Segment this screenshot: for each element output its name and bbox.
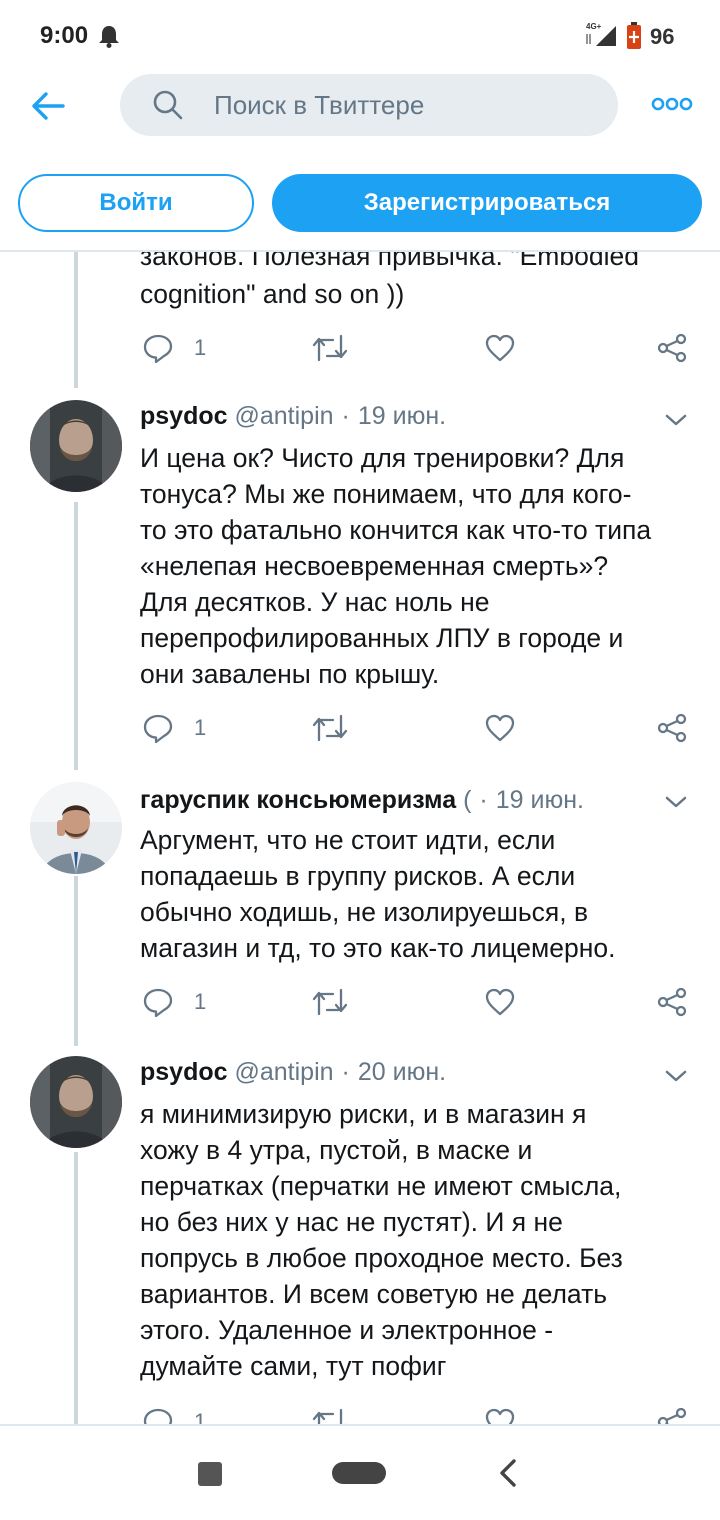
- tweet-feed[interactable]: законов. Полезная привычка. "Embodied co…: [0, 252, 720, 1424]
- tweet-date[interactable]: 19 июн.: [496, 786, 584, 814]
- author-handle[interactable]: @antipin: [234, 1058, 333, 1086]
- reply-icon: [143, 334, 173, 364]
- reply-icon: [143, 988, 173, 1018]
- like-button[interactable]: [484, 708, 516, 748]
- avatar[interactable]: [30, 1056, 122, 1148]
- tweet-date[interactable]: 19 июн.: [358, 402, 446, 430]
- thread-line: [74, 1152, 78, 1424]
- reply-count: 1: [194, 335, 207, 360]
- reply-count: 1: [194, 989, 207, 1014]
- heart-icon: [485, 714, 515, 742]
- avatar[interactable]: [30, 782, 122, 874]
- author-name[interactable]: psydoc: [140, 1058, 228, 1086]
- battery-level: 96: [650, 24, 675, 49]
- tweet-actions: 1: [140, 982, 700, 1022]
- reply-button[interactable]: 1: [142, 982, 206, 1022]
- more-dots-icon[interactable]: [650, 92, 694, 116]
- back-button[interactable]: [28, 86, 68, 126]
- back-triangle-icon[interactable]: [496, 1458, 520, 1488]
- share-icon: [657, 713, 687, 743]
- reply-button[interactable]: 1: [142, 328, 206, 368]
- tweet-actions: 1: [140, 708, 700, 748]
- like-button[interactable]: [484, 328, 516, 368]
- chevron-down-icon[interactable]: [664, 1068, 688, 1084]
- status-bar: 9:00 4G+ 96: [0, 0, 720, 70]
- tweet-date[interactable]: 20 июн.: [358, 1058, 446, 1086]
- battery-icon: [627, 22, 641, 49]
- tweet-header: гаруспик консьюмеризма (· 19 июн.: [140, 786, 584, 814]
- retweet-button[interactable]: [312, 982, 348, 1022]
- heart-icon: [485, 1408, 515, 1424]
- retweet-icon: [312, 988, 348, 1016]
- avatar-photo-icon: [30, 782, 122, 874]
- tweet-actions: 1: [140, 328, 700, 368]
- tweet-header: psydoc @antipin · 20 июн.: [140, 1058, 447, 1086]
- status-time: 9:00: [40, 22, 89, 49]
- search-bar[interactable]: Поиск в Твиттере: [120, 74, 618, 136]
- share-button[interactable]: [656, 708, 688, 748]
- reply-button[interactable]: 1: [142, 1402, 206, 1424]
- bell-icon: [99, 26, 119, 48]
- share-button[interactable]: [656, 982, 688, 1022]
- reply-button[interactable]: 1: [142, 708, 206, 748]
- share-icon: [657, 1407, 687, 1424]
- chevron-down-icon[interactable]: [664, 794, 688, 810]
- heart-icon: [485, 334, 515, 362]
- avatar-photo-icon: [30, 1056, 122, 1148]
- share-button[interactable]: [656, 328, 688, 368]
- tweet-text: Аргумент, что не стоит идти, если попада…: [140, 825, 616, 963]
- search-placeholder: Поиск в Твиттере: [214, 90, 425, 120]
- thread-line: [74, 876, 78, 1046]
- author-name[interactable]: гаруспик консьюмеризма: [140, 786, 456, 814]
- reply-icon: [143, 1408, 173, 1424]
- avatar-photo-icon: [30, 400, 122, 492]
- partial-tweet-text: cognition" and so on )): [140, 279, 405, 309]
- network-label: 4G+: [586, 22, 602, 31]
- tweet-text: И цена ок? Чисто для тренировки? Для тон…: [140, 443, 652, 689]
- heart-icon: [485, 988, 515, 1016]
- tweet-header: psydoc @antipin · 19 июн.: [140, 402, 447, 430]
- share-icon: [657, 987, 687, 1017]
- retweet-icon: [312, 334, 348, 362]
- tweet-actions: 1: [140, 1402, 700, 1424]
- login-button[interactable]: Войти: [18, 174, 254, 232]
- avatar[interactable]: [30, 400, 122, 492]
- signal-icon: 4G+: [586, 22, 616, 46]
- recents-button[interactable]: [198, 1462, 222, 1486]
- search-icon: [153, 90, 183, 120]
- partial-tweet-text-cut: законов. Полезная привычка. "Embodied: [140, 252, 639, 271]
- thread-line: [74, 502, 78, 770]
- thread-line: [74, 252, 78, 388]
- share-button[interactable]: [656, 1402, 688, 1424]
- retweet-button[interactable]: [312, 1402, 348, 1424]
- reply-icon: [143, 714, 173, 744]
- reply-count: 1: [194, 715, 207, 740]
- retweet-icon: [312, 714, 348, 742]
- arrow-left-icon: [32, 92, 65, 120]
- reply-count: 1: [194, 1409, 207, 1424]
- author-handle[interactable]: @antipin: [234, 402, 333, 430]
- system-nav-bar: [0, 1424, 720, 1520]
- home-button[interactable]: [332, 1462, 386, 1484]
- like-button[interactable]: [484, 982, 516, 1022]
- retweet-button[interactable]: [312, 328, 348, 368]
- chevron-down-icon[interactable]: [664, 412, 688, 428]
- auth-buttons: Войти Зарегистрироваться: [0, 174, 720, 232]
- retweet-button[interactable]: [312, 708, 348, 748]
- author-name[interactable]: psydoc: [140, 402, 228, 430]
- signup-button[interactable]: Зарегистрироваться: [272, 174, 702, 232]
- share-icon: [657, 333, 687, 363]
- top-bar: Поиск в Твиттере: [0, 70, 720, 140]
- tweet-text: я минимизирую риски, и в магазин я хожу …: [140, 1099, 623, 1381]
- retweet-icon: [312, 1408, 347, 1424]
- like-button[interactable]: [484, 1402, 516, 1424]
